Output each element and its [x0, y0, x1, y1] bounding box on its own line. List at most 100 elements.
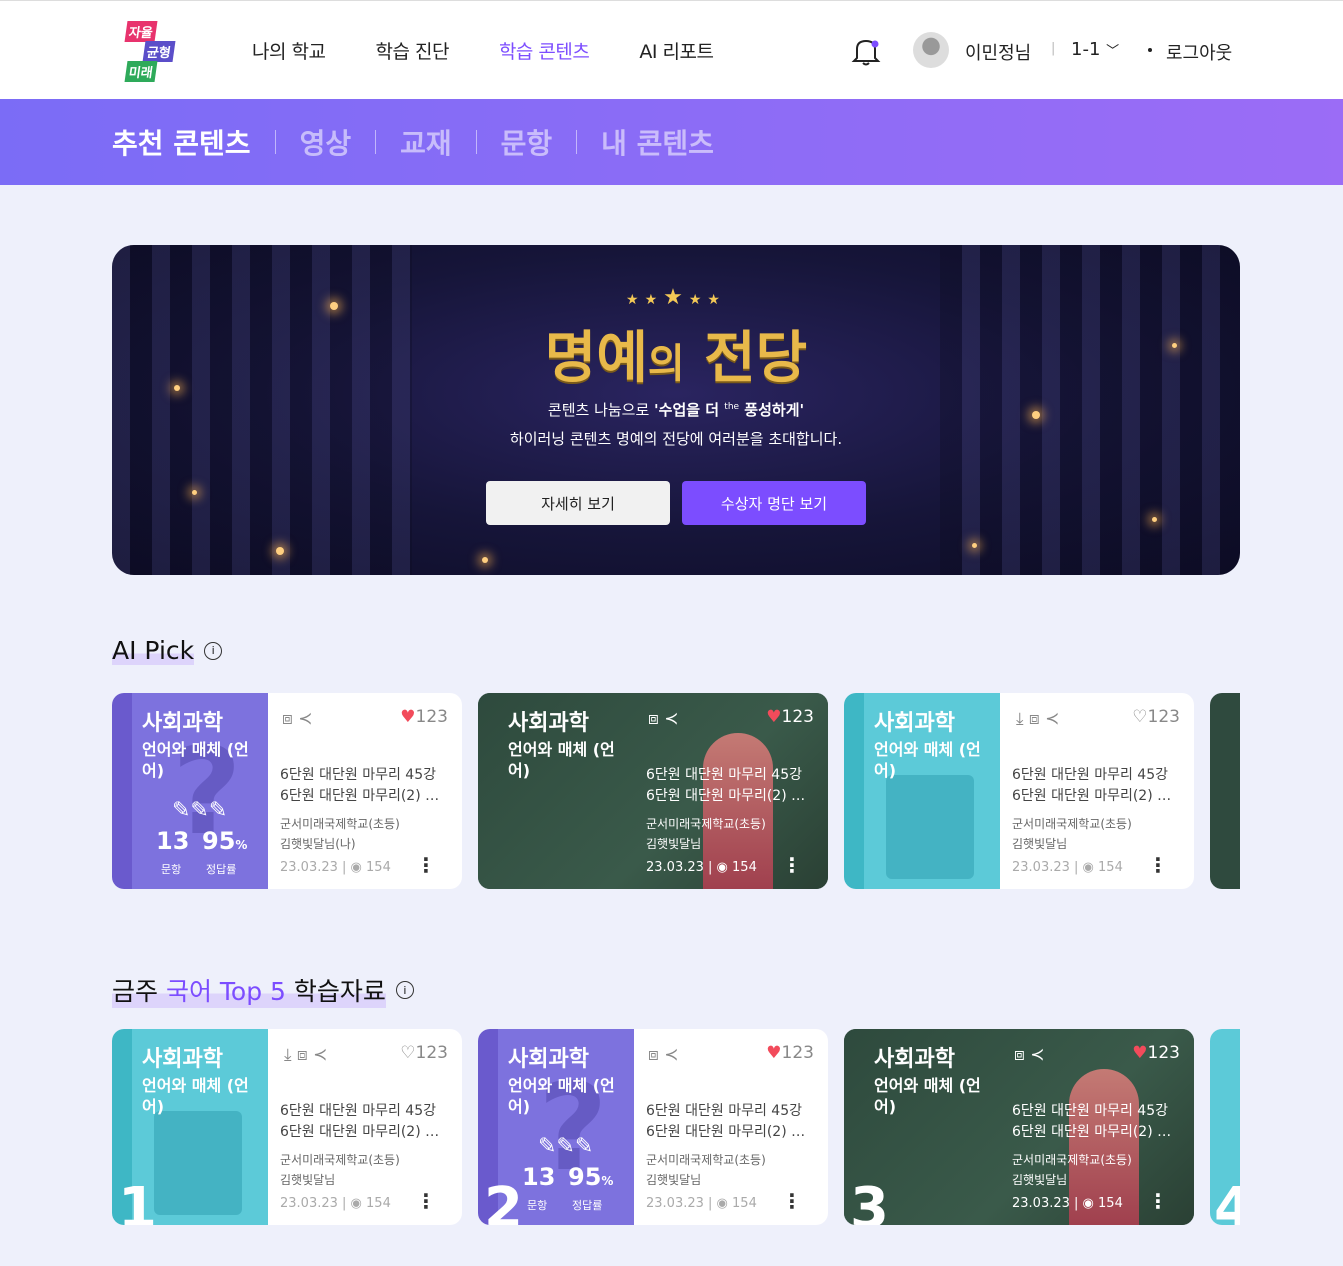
stars-icon: ★★★★★: [626, 285, 726, 310]
card-title[interactable]: 6단원 대단원 마무리 45강 6단원 대단원 마무리(2) …: [280, 1101, 450, 1143]
bell-icon[interactable]: [851, 35, 881, 67]
heart-outline-icon: ♡: [1132, 707, 1148, 727]
tab-video[interactable]: 영상: [300, 122, 352, 162]
card-date: 23.03.23: [280, 1196, 338, 1211]
download-icon[interactable]: ⤓: [284, 1045, 292, 1065]
like-count[interactable]: ♥123: [400, 707, 448, 727]
nav-contents[interactable]: 학습 콘텐츠: [499, 37, 590, 64]
card-meta: 23.03.23 | ◉ 154: [646, 860, 757, 875]
like-value: 123: [781, 707, 814, 727]
move-icon[interactable]: ⧈: [282, 709, 293, 729]
content-card-partial[interactable]: [1210, 693, 1240, 889]
card-title[interactable]: 6단원 대단원 마무리 45강 6단원 대단원 마무리(2) …: [646, 765, 816, 807]
sub-nav: 추천 콘텐츠 영상 교재 문항 내 콘텐츠: [112, 122, 714, 162]
share-icon[interactable]: ≺: [1045, 709, 1059, 729]
move-icon[interactable]: ⧈: [1029, 709, 1040, 729]
share-icon[interactable]: ≺: [298, 709, 312, 729]
more-icon[interactable]: ⋮: [416, 1189, 436, 1213]
site-logo[interactable]: 자율 균형 미래: [124, 21, 182, 82]
card-title[interactable]: 6단원 대단원 마무리 45강 6단원 대단원 마무리(2) …: [646, 1101, 816, 1143]
content-card[interactable]: 사회과학 언어와 매체 (언어) 3 ⧈ ≺ ♥123 6단원 대단원 마무리 …: [844, 1029, 1194, 1225]
sparkle: [972, 543, 977, 548]
content-card[interactable]: 사회과학 언어와 매체 (언어) ⧈ ≺ ♥123 6단원 대단원 마무리 45…: [478, 693, 828, 889]
divider: [274, 130, 276, 154]
content-card[interactable]: 사회과학 언어와 매체 (언어) 1 ⤓ ⧈ ≺ ♡123 6단원 대단원 마무…: [112, 1029, 462, 1225]
card-views: 154: [1098, 860, 1123, 875]
nav-ai-report[interactable]: AI 리포트: [639, 37, 714, 64]
move-icon[interactable]: ⧈: [648, 1045, 659, 1065]
detail-button[interactable]: 자세히 보기: [486, 481, 670, 525]
class-selector[interactable]: 1-1 ﹀: [1071, 39, 1119, 60]
banner-title-a: 명예: [544, 325, 648, 391]
winners-button[interactable]: 수상자 명단 보기: [682, 481, 866, 525]
info-icon[interactable]: i: [395, 981, 414, 999]
content-card-partial[interactable]: 4: [1210, 1029, 1240, 1225]
card-actions: ⧈ ≺: [648, 709, 678, 729]
card-unit: 언어와 매체 (언어): [874, 740, 981, 780]
nav-my-school[interactable]: 나의 학교: [252, 37, 326, 64]
banner-sub-sup: the: [724, 402, 740, 412]
tab-textbook[interactable]: 교재: [400, 122, 452, 162]
ai-pick-heading: AI Pick i: [112, 636, 223, 665]
share-icon[interactable]: ≺: [313, 1045, 327, 1065]
card-school: 군서미래국제학교(초등): [1012, 817, 1132, 831]
logo-line-1: 자율: [124, 21, 158, 42]
rate-label: 정답률: [572, 1199, 603, 1212]
sparkle: [192, 490, 197, 495]
like-value: 123: [415, 707, 448, 727]
nav-diagnosis[interactable]: 학습 진단: [375, 37, 449, 64]
card-teacher: 김햇빛달님: [1012, 837, 1068, 851]
heart-icon: ♥: [766, 707, 782, 727]
content-card[interactable]: ? 사회과학 언어와 매체 (언어) ✎✎✎ 13 95% 문항 정답률 ⧈ ≺…: [112, 693, 462, 889]
rank-number: 2: [484, 1176, 523, 1226]
card-title[interactable]: 6단원 대단원 마무리 45강 6단원 대단원 마무리(2) …: [1012, 1101, 1182, 1143]
download-icon[interactable]: ⤓: [1016, 709, 1024, 729]
move-icon[interactable]: ⧈: [648, 709, 659, 729]
info-icon[interactable]: i: [204, 641, 223, 660]
card-title-line2: 6단원 대단원 마무리(2) …: [280, 788, 440, 804]
card-unit: 언어와 매체 (언어): [508, 1076, 615, 1116]
divider: [475, 130, 477, 154]
tab-questions[interactable]: 문항: [501, 122, 553, 162]
banner-subtitle-1: 콘텐츠 나눔으로 '수업을 더 the 풍성하게': [112, 399, 1240, 420]
card-title-line1: 6단원 대단원 마무리 45강: [280, 767, 436, 783]
document-icon: [154, 1111, 242, 1215]
share-icon[interactable]: ≺: [664, 1045, 678, 1065]
logout-link[interactable]: 로그아웃: [1166, 39, 1232, 65]
card-unit: 언어와 매체 (언어): [142, 1076, 249, 1116]
content-card[interactable]: 사회과학 언어와 매체 (언어) ⤓ ⧈ ≺ ♡123 6단원 대단원 마무리 …: [844, 693, 1194, 889]
card-title[interactable]: 6단원 대단원 마무리 45강 6단원 대단원 마무리(2) …: [1012, 765, 1182, 807]
card-title[interactable]: 6단원 대단원 마무리 45강 6단원 대단원 마무리(2) …: [280, 765, 450, 807]
eye-icon: ◉: [1082, 1196, 1094, 1211]
move-icon[interactable]: ⧈: [297, 1045, 308, 1065]
card-title-line1: 6단원 대단원 마무리 45강: [1012, 767, 1168, 783]
card-views: 154: [732, 860, 757, 875]
user-name[interactable]: 이민정님: [965, 39, 1031, 65]
divider: [576, 130, 578, 154]
like-count[interactable]: ♥123: [766, 1043, 814, 1063]
card-views: 154: [366, 860, 391, 875]
user-avatar[interactable]: [913, 32, 949, 68]
more-icon[interactable]: ⋮: [416, 853, 436, 877]
like-count[interactable]: ♡123: [1132, 707, 1180, 727]
tab-my-contents[interactable]: 내 콘텐츠: [601, 122, 714, 162]
tab-recommended[interactable]: 추천 콘텐츠: [112, 122, 251, 162]
question-label: 문항: [527, 1199, 548, 1212]
eye-icon: ◉: [716, 1196, 728, 1211]
divider: [375, 130, 377, 154]
eye-icon: ◉: [716, 860, 728, 875]
like-count[interactable]: ♡123: [400, 1043, 448, 1063]
more-icon[interactable]: ⋮: [1148, 1189, 1168, 1213]
more-icon[interactable]: ⋮: [782, 1189, 802, 1213]
content-card[interactable]: ? 사회과학 언어와 매체 (언어) ✎✎✎ 13 95% 문항 정답률 2 ⧈…: [478, 1029, 828, 1225]
share-icon[interactable]: ≺: [664, 709, 678, 729]
like-count[interactable]: ♥123: [1132, 1043, 1180, 1063]
more-icon[interactable]: ⋮: [1148, 853, 1168, 877]
more-icon[interactable]: ⋮: [782, 853, 802, 877]
move-icon[interactable]: ⧈: [1014, 1045, 1025, 1065]
main-nav: 나의 학교 학습 진단 학습 콘텐츠 AI 리포트: [252, 37, 763, 64]
logo-line-2: 균형: [142, 41, 176, 62]
card-teacher: 김햇빛달님: [280, 1173, 336, 1187]
like-count[interactable]: ♥123: [766, 707, 814, 727]
share-icon[interactable]: ≺: [1030, 1045, 1044, 1065]
